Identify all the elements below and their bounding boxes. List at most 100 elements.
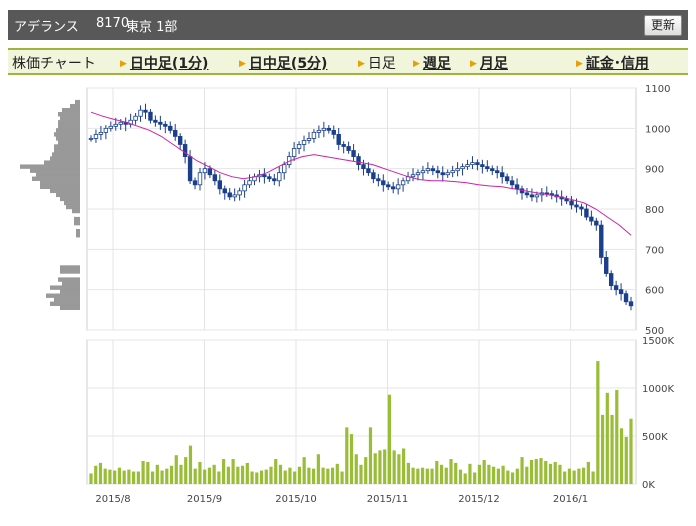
volume-bar xyxy=(591,471,595,484)
candle-body xyxy=(163,123,168,127)
volume-profile-bar xyxy=(60,289,80,294)
candle-body xyxy=(138,109,143,117)
volume-bar xyxy=(193,468,197,484)
volume-tick-label: 0K xyxy=(642,480,655,491)
candle-body xyxy=(534,194,540,198)
candle-body xyxy=(222,188,227,194)
volume-bar xyxy=(420,467,425,484)
volume-bar xyxy=(473,472,477,484)
volume-bar xyxy=(198,461,202,484)
volume-profile-bar xyxy=(58,277,80,282)
volume-bar xyxy=(297,466,302,484)
candle-body xyxy=(267,176,272,180)
volume-profile-bar xyxy=(20,164,80,169)
volume-profile-bar xyxy=(50,285,80,290)
volume-bar xyxy=(605,392,609,484)
volume-bar xyxy=(454,462,458,484)
price-tick-label: 600 xyxy=(645,286,664,297)
candle-body xyxy=(212,174,218,182)
volume-bar xyxy=(264,469,268,484)
volume-bar xyxy=(207,467,212,484)
candle-body xyxy=(148,111,153,121)
volume-bar xyxy=(212,464,216,484)
price-tick-label: 800 xyxy=(645,205,664,216)
candle-body xyxy=(604,256,609,274)
volume-bar xyxy=(534,459,538,484)
volume-bar xyxy=(155,464,159,484)
candle-body xyxy=(470,162,475,166)
candle-body xyxy=(430,168,436,172)
candle-body xyxy=(440,172,445,176)
candle-body xyxy=(480,164,485,168)
volume-profile-bar xyxy=(36,172,80,177)
candle-body xyxy=(445,172,450,176)
volume-profile-bar xyxy=(50,301,80,306)
volume-bar xyxy=(141,460,145,484)
candle-body xyxy=(564,198,569,202)
volume-bar xyxy=(293,471,297,484)
x-tick-label: 2015/8 xyxy=(95,494,130,505)
volume-bar xyxy=(596,361,600,484)
volume-bar xyxy=(392,450,396,484)
candle-body xyxy=(608,273,614,287)
candle-body xyxy=(391,186,396,190)
volume-tick-label: 1000K xyxy=(642,384,674,395)
volume-profile-bar xyxy=(60,305,80,311)
volume-bar xyxy=(449,459,453,484)
candle-body xyxy=(247,180,252,186)
candle-body xyxy=(475,162,480,166)
candle-body xyxy=(217,180,223,190)
volume-bar xyxy=(222,459,226,484)
volume-bar xyxy=(89,473,93,484)
candle-body xyxy=(366,168,371,174)
volume-bar xyxy=(302,457,306,484)
volume-bar xyxy=(174,455,178,484)
volume-bar xyxy=(255,472,259,484)
volume-profile-bar xyxy=(54,132,80,137)
candle-body xyxy=(113,123,118,127)
volume-profile-bar xyxy=(56,136,80,141)
candle-body xyxy=(237,190,242,196)
candle-body xyxy=(371,172,376,180)
candle-body xyxy=(202,168,208,174)
volume-bar xyxy=(506,470,510,484)
volume-bar xyxy=(373,453,377,484)
candle-body xyxy=(331,129,336,135)
candle-body xyxy=(351,150,356,157)
volume-bar xyxy=(501,465,505,484)
volume-profile-bar xyxy=(52,152,80,157)
volume-bar xyxy=(203,469,207,484)
volume-profile-bar xyxy=(46,293,80,298)
candle-body xyxy=(395,184,401,190)
candle-body xyxy=(341,144,346,147)
candle-body xyxy=(336,133,341,145)
candle-body xyxy=(177,135,183,145)
candle-body xyxy=(450,170,455,174)
volume-bar xyxy=(482,460,486,484)
volume-bar xyxy=(378,450,382,484)
volume-profile-bar xyxy=(74,220,80,226)
candle-body xyxy=(361,164,366,170)
candle-body xyxy=(153,119,158,123)
candle-body xyxy=(103,127,109,133)
volume-bar xyxy=(127,469,131,484)
price-tick-label: 900 xyxy=(645,165,664,176)
volume-bar xyxy=(416,468,420,484)
volume-bar xyxy=(259,470,264,484)
volume-bar xyxy=(165,468,169,484)
volume-bar xyxy=(572,470,576,484)
candle-body xyxy=(143,109,148,113)
candle-body xyxy=(192,180,198,186)
x-tick-label: 2015/9 xyxy=(187,494,222,505)
candle-body xyxy=(381,180,386,186)
volume-bar xyxy=(397,454,401,484)
candle-body xyxy=(306,138,312,141)
candle-body xyxy=(301,140,307,145)
candle-body xyxy=(420,170,426,174)
candle-body xyxy=(504,176,510,182)
volume-bar xyxy=(136,471,140,484)
volume-bar xyxy=(321,467,325,484)
x-tick-label: 2015/11 xyxy=(367,494,409,505)
volume-profile-bar xyxy=(54,148,80,153)
volume-bar xyxy=(458,469,463,484)
